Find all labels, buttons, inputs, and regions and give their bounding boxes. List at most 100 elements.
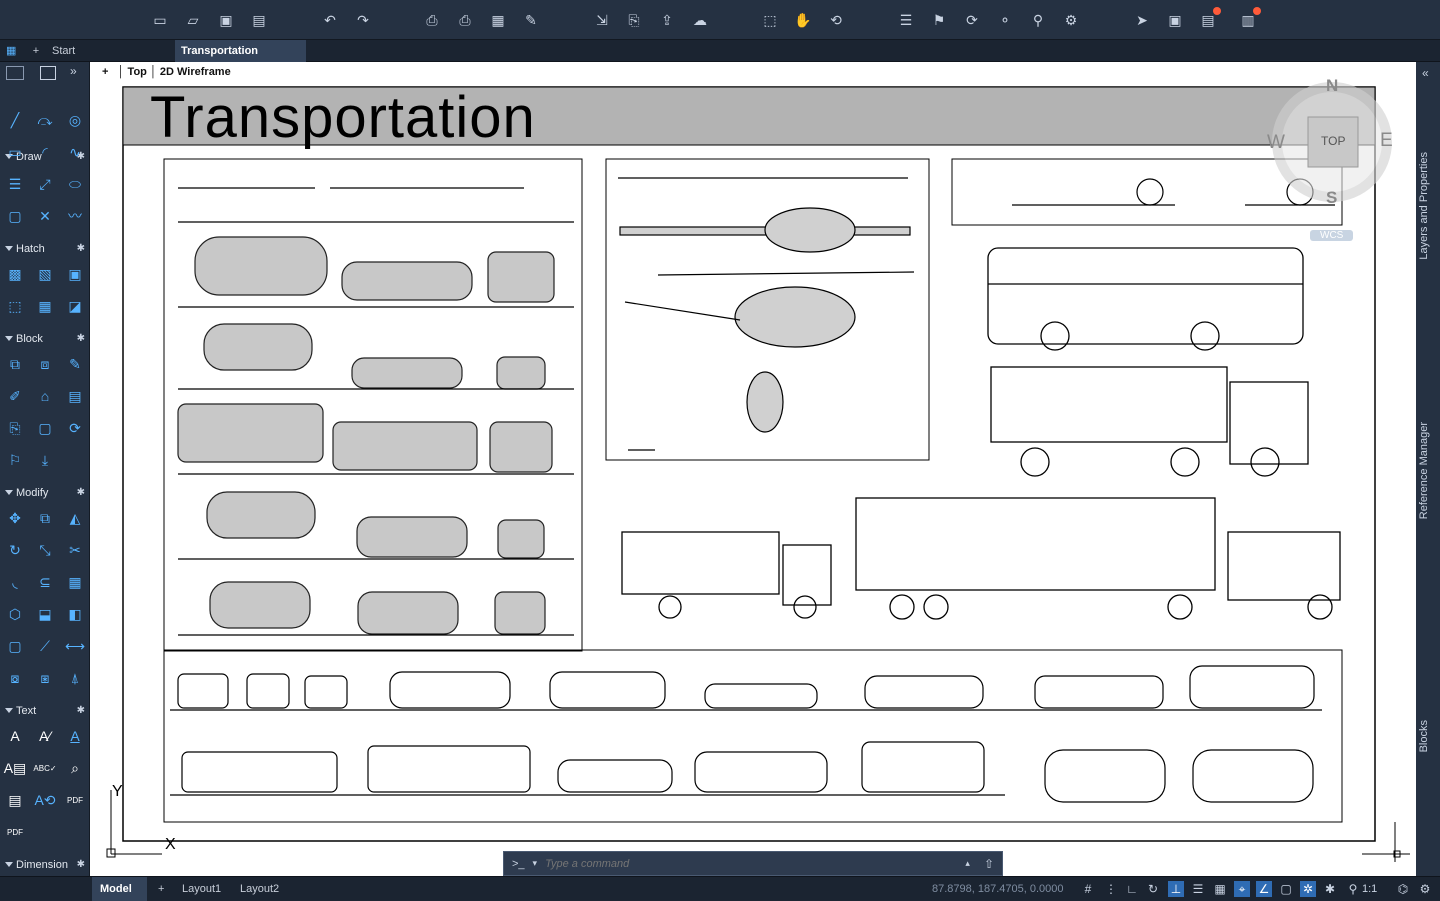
chevron-up-icon[interactable]: ▴ [965,858,970,869]
drawing-canvas[interactable]: + │ Top │ 2D Wireframe Transportation N … [90,62,1416,876]
xline-icon[interactable]: ✕ [34,205,56,227]
base-point-icon[interactable]: ▢ [34,417,56,439]
viewcube-west[interactable]: W [1267,132,1285,154]
rotate-icon[interactable]: ↻ [4,539,26,561]
tab-transportation[interactable]: Transportation [175,40,306,62]
define-attribute-icon[interactable]: ✐ [4,385,26,407]
gear-icon[interactable]: ✱ [77,702,85,720]
sync-icon[interactable]: ⟳ [962,10,982,30]
scale-icon[interactable]: ⤡ [34,539,56,561]
customize-icon[interactable]: ⚙ [1417,881,1433,897]
align-icon[interactable]: ⧇ [4,667,26,689]
text-style-icon[interactable]: A [64,725,86,747]
gear-icon[interactable]: ✱ [77,240,85,258]
extract-data-icon[interactable]: ⤓ [34,449,56,471]
pdf-text-icon[interactable]: PDF [64,789,86,811]
viewcube-east[interactable]: E [1380,130,1393,152]
tab-start[interactable]: Start [46,40,174,62]
share-command-icon[interactable]: ⇧ [984,857,994,871]
edit-block-icon[interactable]: ✎ [64,353,86,375]
tab-grid-icon[interactable]: ▦ [0,40,22,62]
sync-attribute-icon[interactable]: ⟳ [64,417,86,439]
arc-icon[interactable]: ◜ [34,141,56,163]
isodraft-icon[interactable]: ⊥ [1168,881,1184,897]
annotation-icon[interactable]: ✲ [1300,881,1316,897]
app-store-icon[interactable]: ▤ [1198,7,1221,30]
expand-palette-icon[interactable]: » [70,64,77,78]
command-line[interactable]: >_ ▾ ▴ ⇧ [503,851,1003,876]
explode-icon[interactable]: ⬡ [4,603,26,625]
ortho-icon[interactable]: ∟ [1124,881,1140,897]
lineweight-icon[interactable]: ▦ [1212,881,1228,897]
snap-icon[interactable]: ⋮ [1103,881,1119,897]
object-snap-icon[interactable]: ⌖ [1234,881,1250,897]
fillet-icon[interactable]: ◟ [4,571,26,593]
extend-icon[interactable]: ▢ [4,635,26,657]
viewport-single-icon[interactable] [6,66,24,80]
spline-icon[interactable]: ∿ [64,141,86,163]
new-tab-icon[interactable]: + [26,40,46,62]
export-icon[interactable]: ✎ [521,10,541,30]
line-icon[interactable]: ╱ [4,109,26,131]
hatch-edit-icon[interactable]: ◪ [64,295,86,317]
panel-modify[interactable]: Modify ✱ [0,484,90,502]
view-icon[interactable]: ▣ [1165,10,1185,30]
connect-icon[interactable]: ⚬ [995,10,1015,30]
tag-icon[interactable]: ⌂ [34,385,56,407]
command-prompt-icon[interactable]: >_ [504,858,533,870]
brush-icon[interactable]: ⍋ [64,667,86,689]
text-edit-icon[interactable]: A▤ [4,757,27,779]
import-icon[interactable]: ⇲ [592,10,612,30]
publish-icon[interactable]: ▦ [488,10,508,30]
viewport-multi-icon[interactable] [40,66,56,80]
tab-model[interactable]: Model [92,877,147,901]
polyline-icon[interactable]: ⤼ [34,109,56,131]
wcs-menu[interactable]: WCS [1310,230,1354,241]
pdf-import-icon[interactable]: PDF [4,821,26,843]
blocks-panel-toggle[interactable]: Blocks [1418,720,1438,752]
region-icon[interactable]: ▢ [4,205,26,227]
chevron-down-icon[interactable]: ▾ [533,858,538,869]
new-file-icon[interactable]: ▭ [150,10,170,30]
hatch-icon[interactable]: ▩ [4,263,26,285]
create-block-icon[interactable]: ⧈ [34,353,56,375]
multiline-icon[interactable]: ☰ [4,173,26,195]
grid-icon[interactable]: # [1080,881,1096,897]
chamfer-icon[interactable]: ⧆ [34,667,56,689]
attach-icon[interactable]: ⎘ [624,10,644,30]
erase-icon[interactable]: ◧ [64,603,86,625]
panel-block[interactable]: Block ✱ [0,330,90,348]
match-props-icon[interactable]: ⚑ [929,10,949,30]
panel-dimension[interactable]: Dimension ✱ [0,856,90,874]
insert-block-icon[interactable]: ⧉ [4,353,26,375]
text-table-icon[interactable]: ▤ [4,789,26,811]
mtext-icon[interactable]: A [4,725,26,747]
gear-icon[interactable]: ✱ [77,484,85,502]
single-text-icon[interactable]: A⁄ [34,725,56,747]
viewcube-south[interactable]: S [1326,188,1337,208]
reference-manager-toggle[interactable]: Reference Manager [1418,422,1438,519]
viewcube-north[interactable]: N [1326,76,1338,96]
dynamic-input-icon[interactable]: ∠ [1256,881,1272,897]
join-icon[interactable]: ⟷ [64,635,86,657]
cloud-icon[interactable]: ☁ [690,10,710,30]
pan-icon[interactable]: ✋ [793,10,813,30]
xref-icon[interactable]: ⚲ [1028,10,1048,30]
panel-hatch[interactable]: Hatch ✱ [0,240,90,258]
stretch-icon[interactable]: ⬓ [34,603,56,625]
attribute-manager-icon[interactable]: ▤ [64,385,86,407]
layer-props-icon[interactable]: ☰ [896,10,916,30]
object-snap-track-icon[interactable]: ☰ [1190,881,1206,897]
gear-icon[interactable]: ✱ [77,856,85,874]
fill-icon[interactable]: ▦ [34,295,56,317]
gradient-icon[interactable]: ▧ [34,263,56,285]
write-block-icon[interactable]: ⎘ [4,417,26,439]
tab-layout2[interactable]: Layout2 [232,877,287,901]
rectangle-icon[interactable]: ▭ [4,141,26,163]
orbit-icon[interactable]: ⟲ [826,10,846,30]
panel-text[interactable]: Text ✱ [0,702,90,720]
zoom-window-icon[interactable]: ⬚ [760,10,780,30]
find-text-icon[interactable]: ⌕ [64,757,86,779]
ray-icon[interactable]: ⤢ [34,173,56,195]
viewcube-top[interactable]: TOP [1321,134,1345,148]
